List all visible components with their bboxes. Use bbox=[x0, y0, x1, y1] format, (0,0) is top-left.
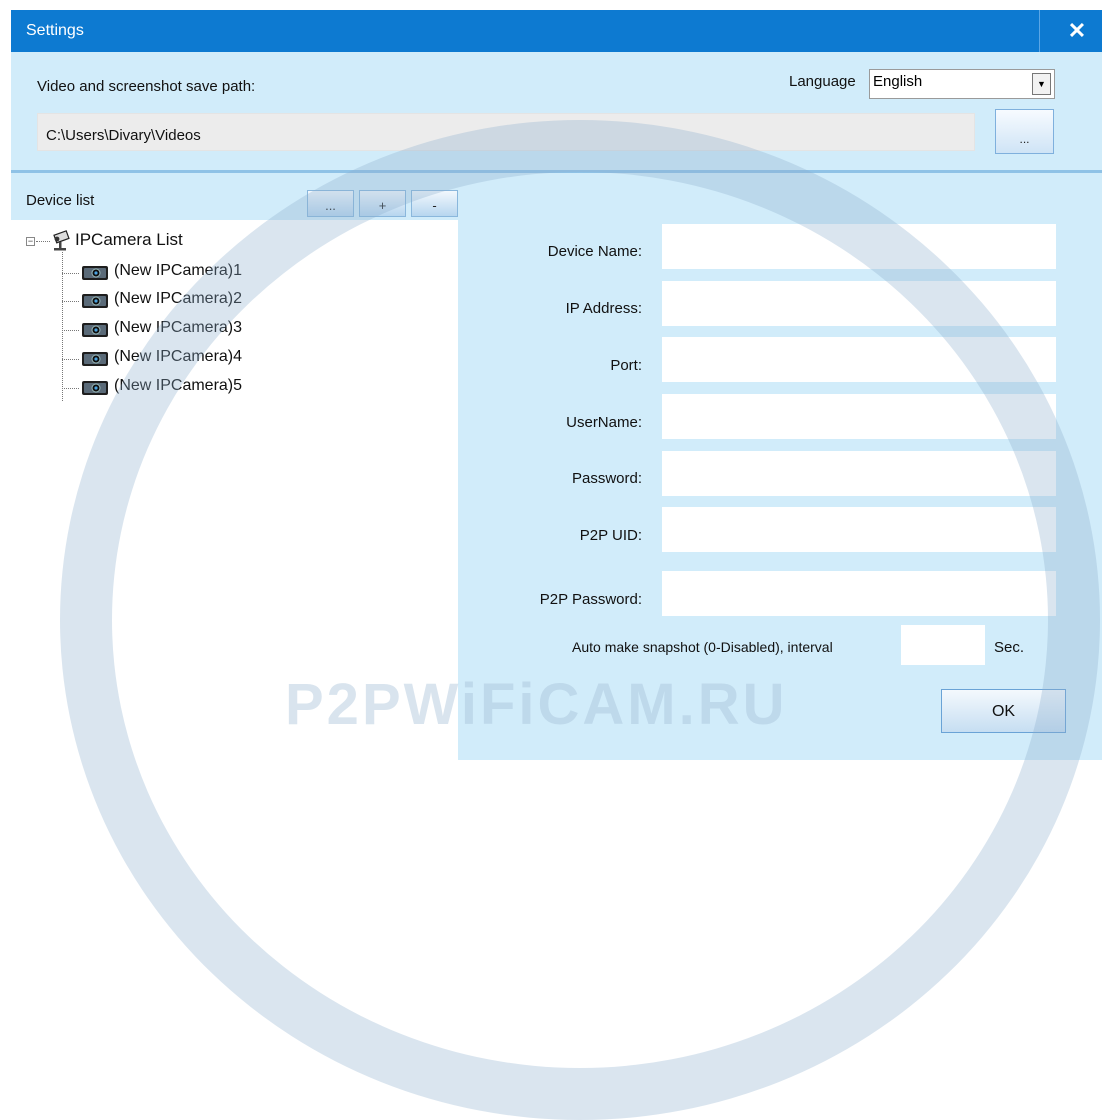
username-label: UserName: bbox=[566, 414, 642, 431]
port-input[interactable] bbox=[662, 337, 1056, 382]
edit-device-button[interactable]: ... bbox=[307, 190, 354, 217]
tree-connector bbox=[62, 330, 79, 331]
settings-window: Settings ✕ Video and screenshot save pat… bbox=[11, 10, 1102, 760]
tree-connector bbox=[62, 359, 79, 360]
tree-item-camera-4[interactable]: (New IPCamera)4 bbox=[81, 346, 381, 372]
ok-button[interactable]: OK bbox=[941, 689, 1066, 733]
title-separator bbox=[1039, 10, 1040, 52]
port-label: Port: bbox=[610, 357, 642, 374]
window-title: Settings bbox=[26, 22, 84, 39]
tree-item-label: (New IPCamera)1 bbox=[114, 262, 243, 279]
language-label: Language bbox=[789, 73, 856, 90]
device-name-input[interactable] bbox=[662, 224, 1056, 269]
p2p-uid-label: P2P UID: bbox=[579, 527, 642, 544]
tree-item-label: (New IPCamera)5 bbox=[114, 377, 243, 394]
language-select[interactable]: English ▼ bbox=[869, 69, 1055, 99]
camera-list-icon bbox=[53, 230, 70, 251]
tree-item-camera-1[interactable]: (New IPCamera)1 bbox=[81, 260, 381, 286]
tree-connector bbox=[62, 252, 63, 401]
p2p-uid-input[interactable] bbox=[662, 507, 1056, 552]
ip-camera-icon bbox=[82, 381, 108, 395]
password-label: Password: bbox=[571, 470, 642, 487]
title-bar: Settings ✕ bbox=[11, 10, 1102, 52]
tree-item-label: (New IPCamera)3 bbox=[114, 319, 243, 336]
add-device-button[interactable]: + bbox=[359, 190, 406, 217]
p2p-password-input[interactable] bbox=[662, 571, 1056, 616]
section-divider bbox=[11, 170, 1102, 173]
close-button[interactable]: ✕ bbox=[1052, 10, 1102, 52]
language-selected: English bbox=[873, 73, 923, 90]
tree-connector bbox=[62, 301, 79, 302]
close-icon: ✕ bbox=[1067, 18, 1087, 43]
snapshot-unit-label: Sec. bbox=[994, 639, 1025, 656]
tree-root-label[interactable]: IPCamera List bbox=[75, 230, 183, 250]
ip-camera-icon bbox=[82, 294, 108, 308]
ip-address-input[interactable] bbox=[662, 281, 1056, 326]
tree-item-label: (New IPCamera)4 bbox=[114, 348, 243, 365]
tree-connector bbox=[36, 241, 50, 242]
tree-item-camera-5[interactable]: (New IPCamera)5 bbox=[81, 375, 381, 401]
device-tree[interactable]: − IPCamera List (New IPCamera)1 (New IPC… bbox=[11, 220, 458, 760]
ip-camera-icon bbox=[82, 266, 108, 280]
device-name-label: Device Name: bbox=[547, 243, 642, 260]
browse-path-button[interactable]: ... bbox=[995, 109, 1054, 154]
ip-camera-icon bbox=[82, 352, 108, 366]
remove-device-button[interactable]: - bbox=[411, 190, 458, 217]
save-path-field[interactable]: C:\Users\Divary\Videos bbox=[37, 113, 975, 151]
collapse-icon[interactable]: − bbox=[26, 237, 35, 246]
device-list-label: Device list bbox=[26, 192, 95, 209]
save-path-label: Video and screenshot save path: bbox=[37, 78, 256, 95]
dropdown-arrow-icon[interactable]: ▼ bbox=[1032, 73, 1051, 95]
snapshot-interval-label: Auto make snapshot (0-Disabled), interva… bbox=[572, 639, 833, 655]
snapshot-interval-input[interactable] bbox=[901, 625, 985, 665]
tree-connector bbox=[62, 273, 79, 274]
tree-connector bbox=[62, 388, 79, 389]
ip-address-label: IP Address: bbox=[565, 300, 642, 317]
p2p-password-label: P2P Password: bbox=[539, 591, 642, 608]
tree-item-label: (New IPCamera)2 bbox=[114, 290, 243, 307]
ip-camera-icon bbox=[82, 323, 108, 337]
tree-item-camera-2[interactable]: (New IPCamera)2 bbox=[81, 288, 381, 314]
username-input[interactable] bbox=[662, 394, 1056, 439]
tree-item-camera-3[interactable]: (New IPCamera)3 bbox=[81, 317, 381, 343]
password-input[interactable] bbox=[662, 451, 1056, 496]
